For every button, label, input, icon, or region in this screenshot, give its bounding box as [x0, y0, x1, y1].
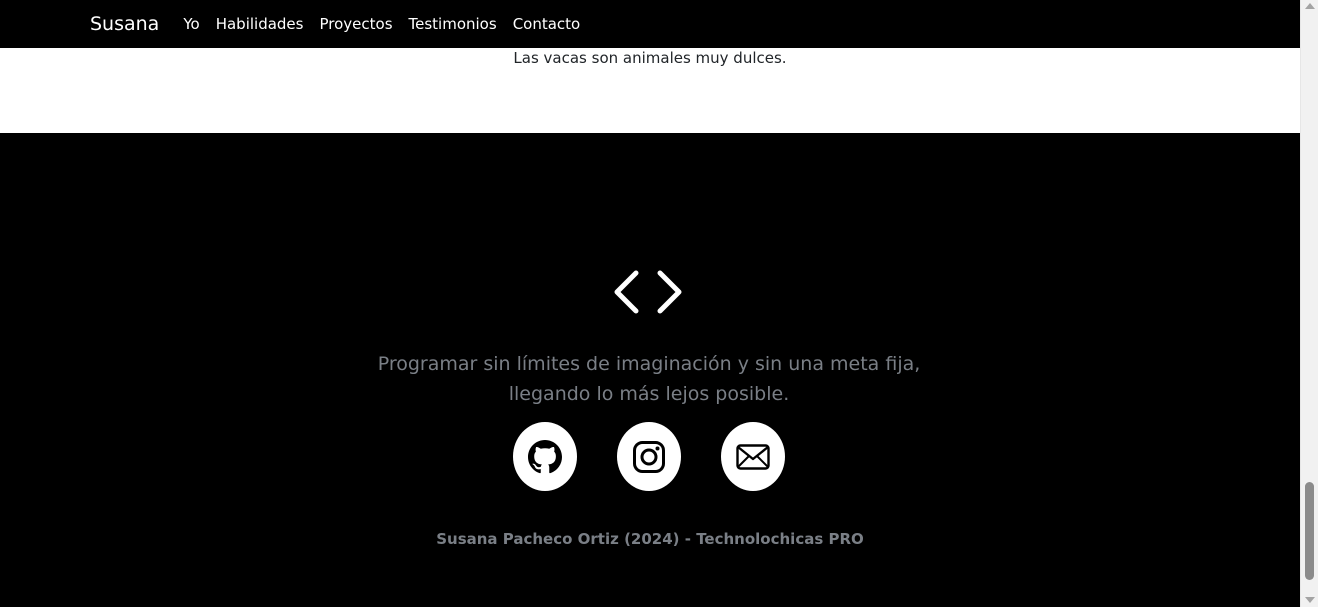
code-icon — [614, 270, 682, 314]
scrollbar-thumb[interactable] — [1305, 482, 1314, 580]
instagram-icon — [633, 440, 665, 473]
email-link[interactable] — [721, 422, 785, 491]
nav-link-contacto[interactable]: Contacto — [513, 15, 581, 33]
social-links — [513, 422, 785, 491]
page: Susana Yo Habilidades Proyectos Testimon… — [0, 0, 1300, 607]
scroll-down-arrow-icon[interactable] — [1305, 597, 1315, 603]
nav-link-yo[interactable]: Yo — [183, 15, 199, 33]
nav-link-testimonios[interactable]: Testimonios — [409, 15, 497, 33]
testimonial-quote: Las vacas son animales muy dulces. — [513, 49, 787, 67]
github-link[interactable] — [513, 422, 577, 491]
instagram-link[interactable] — [617, 422, 681, 491]
brand-link[interactable]: Susana — [90, 13, 159, 35]
nav-link-habilidades[interactable]: Habilidades — [216, 15, 304, 33]
footer: Programar sin límites de imaginación y s… — [0, 133, 1300, 607]
testimonials-section: Las vacas son animales muy dulces. — [0, 48, 1300, 133]
top-navbar: Susana Yo Habilidades Proyectos Testimon… — [0, 0, 1300, 48]
page-scrollbar[interactable] — [1300, 0, 1318, 607]
envelope-icon — [736, 443, 770, 470]
nav-link-proyectos[interactable]: Proyectos — [319, 15, 392, 33]
github-icon — [528, 439, 562, 473]
footer-tagline: Programar sin límites de imaginación y s… — [377, 353, 921, 405]
nav-links: Yo Habilidades Proyectos Testimonios Con… — [183, 15, 596, 33]
footer-copyright: Susana Pacheco Ortiz (2024) - Technoloch… — [436, 530, 864, 548]
scroll-up-arrow-icon[interactable] — [1305, 3, 1315, 9]
